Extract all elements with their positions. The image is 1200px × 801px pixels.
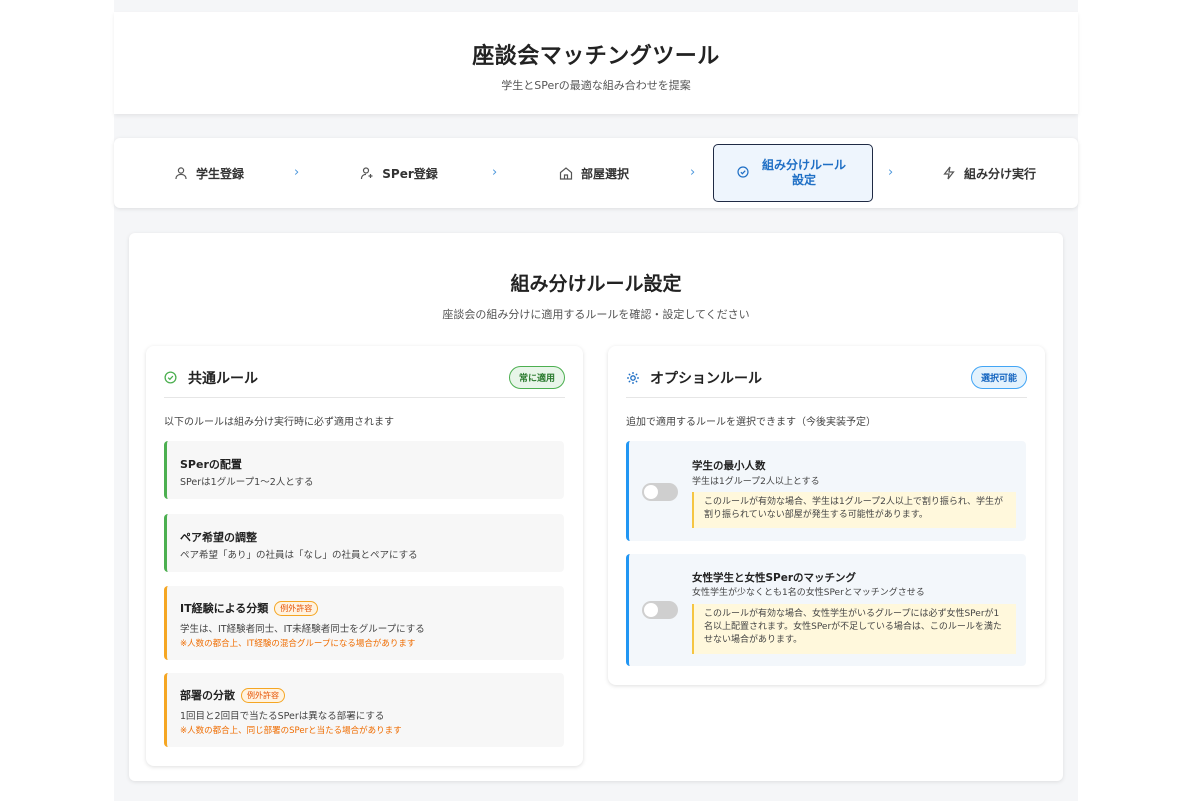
exception-badge: 例外許容	[241, 687, 285, 703]
step-label: SPer登録	[382, 166, 438, 181]
app-header: 座談会マッチングツール 学生とSPerの最適な組み合わせを提案	[114, 12, 1078, 114]
exception-badge: 例外許容	[274, 600, 319, 616]
rule-note: ※人数の都合上、IT経験の混合グループになる場合があります	[180, 639, 416, 649]
app-title: 座談会マッチングツール	[472, 44, 720, 69]
rule-note: ※人数の都合上、同じ部署のSPerと当たる場合があります	[180, 726, 402, 736]
option-title: 女性学生と女性SPerのマッチング	[692, 572, 857, 584]
option-rule-item: 女性学生と女性SPerのマッチング 女性学生が少なくとも1名の女性SPerとマッ…	[626, 554, 1026, 666]
card-header: オプションルール 選択可能	[626, 364, 1027, 398]
chevron-right-icon: ›	[888, 165, 894, 180]
step-run-grouping[interactable]: 組み分け実行	[914, 144, 1064, 202]
user-plus-icon	[360, 166, 374, 180]
option-description: 女性学生が少なくとも1名の女性SPerとマッチングさせる	[692, 588, 925, 598]
app-subtitle: 学生とSPerの最適な組み合わせを提案	[501, 79, 691, 92]
rule-description: ペア希望「あり」の社員は「なし」の社員とペアにする	[180, 550, 418, 561]
step-label: 組み分け実行	[963, 166, 1036, 181]
step-student-registration[interactable]: 学生登録	[134, 144, 284, 202]
check-circle-icon	[737, 166, 751, 180]
rule-description: 学生は、IT経験者同士、IT未経験者同士をグループにする	[180, 624, 425, 635]
app: 座談会マッチングツール 学生とSPerの最適な組み合わせを提案 学生登録 › S…	[114, 0, 1078, 801]
optional-rules-card: オプションルール 選択可能 追加で適用するルールを選択できます（今後実装予定） …	[608, 346, 1045, 685]
rule-item: 部署の分散 例外許容 1回目と2回目で当たるSPerは異なる部署にする ※人数の…	[164, 673, 564, 747]
step-navigation: 学生登録 › SPer登録 › 部屋選択 › 組み分けルール設定 › 組み分け実…	[114, 138, 1078, 208]
chevron-right-icon: ›	[690, 165, 696, 180]
card-header: 共通ルール 常に適用	[164, 364, 565, 398]
rule-item: ペア希望の調整 ペア希望「あり」の社員は「なし」の社員とペアにする	[164, 514, 564, 572]
rule-title: 部署の分散 例外許容	[180, 687, 285, 703]
step-label: 部屋選択	[580, 166, 629, 181]
chevron-right-icon: ›	[492, 165, 498, 180]
option-warning: このルールが有効な場合、女性学生がいるグループには必ず女性SPerが1名以上配置…	[692, 604, 1016, 654]
rule-description: SPerは1グループ1〜2人とする	[180, 477, 314, 488]
rule-title: IT経験による分類 例外許容	[180, 600, 319, 616]
status-badge: 選択可能	[970, 366, 1027, 389]
card-title: 共通ルール	[164, 368, 258, 388]
rule-title: ペア希望の調整	[180, 531, 257, 544]
card-title: オプションルール	[626, 368, 762, 388]
gear-icon	[626, 371, 640, 385]
option-title: 学生の最小人数	[692, 460, 766, 472]
rule-toggle-female-matching[interactable]	[642, 601, 678, 619]
lightning-icon	[942, 166, 956, 180]
home-icon	[559, 166, 573, 180]
rule-description: 1回目と2回目で当たるSPerは異なる部署にする	[180, 711, 385, 722]
section-subtitle: 座談会の組み分けに適用するルールを確認・設定してください	[442, 308, 750, 321]
step-label: 学生登録	[195, 166, 244, 181]
check-circle-icon	[164, 371, 178, 385]
section-title: 組み分けルール設定	[510, 273, 682, 295]
chevron-right-icon: ›	[294, 165, 300, 180]
status-badge: 常に適用	[508, 366, 565, 389]
common-rules-card: 共通ルール 常に適用 以下のルールは組み分け実行時に必ず適用されます SPerの…	[146, 346, 583, 766]
rule-title: SPerの配置	[180, 458, 242, 471]
step-room-selection[interactable]: 部屋選択	[519, 144, 669, 202]
option-description: 学生は1グループ2人以上とする	[692, 477, 820, 487]
step-label: 組み分けルール設定	[761, 158, 846, 187]
option-warning: このルールが有効な場合、学生は1グループ2人以上で割り振られ、学生が割り振られて…	[692, 492, 1016, 528]
step-sper-registration[interactable]: SPer登録	[324, 144, 474, 202]
rule-item: SPerの配置 SPerは1グループ1〜2人とする	[164, 441, 564, 499]
rule-toggle-min-students[interactable]	[642, 483, 678, 501]
option-rule-item: 学生の最小人数 学生は1グループ2人以上とする このルールが有効な場合、学生は1…	[626, 441, 1026, 541]
card-description: 追加で適用するルールを選択できます（今後実装予定）	[626, 417, 876, 428]
user-icon	[174, 166, 188, 180]
rule-settings-panel: 組み分けルール設定 座談会の組み分けに適用するルールを確認・設定してください 共…	[129, 233, 1063, 781]
card-description: 以下のルールは組み分け実行時に必ず適用されます	[164, 417, 394, 428]
step-grouping-rules[interactable]: 組み分けルール設定	[713, 144, 873, 202]
rule-item: IT経験による分類 例外許容 学生は、IT経験者同士、IT未経験者同士をグループ…	[164, 586, 564, 660]
